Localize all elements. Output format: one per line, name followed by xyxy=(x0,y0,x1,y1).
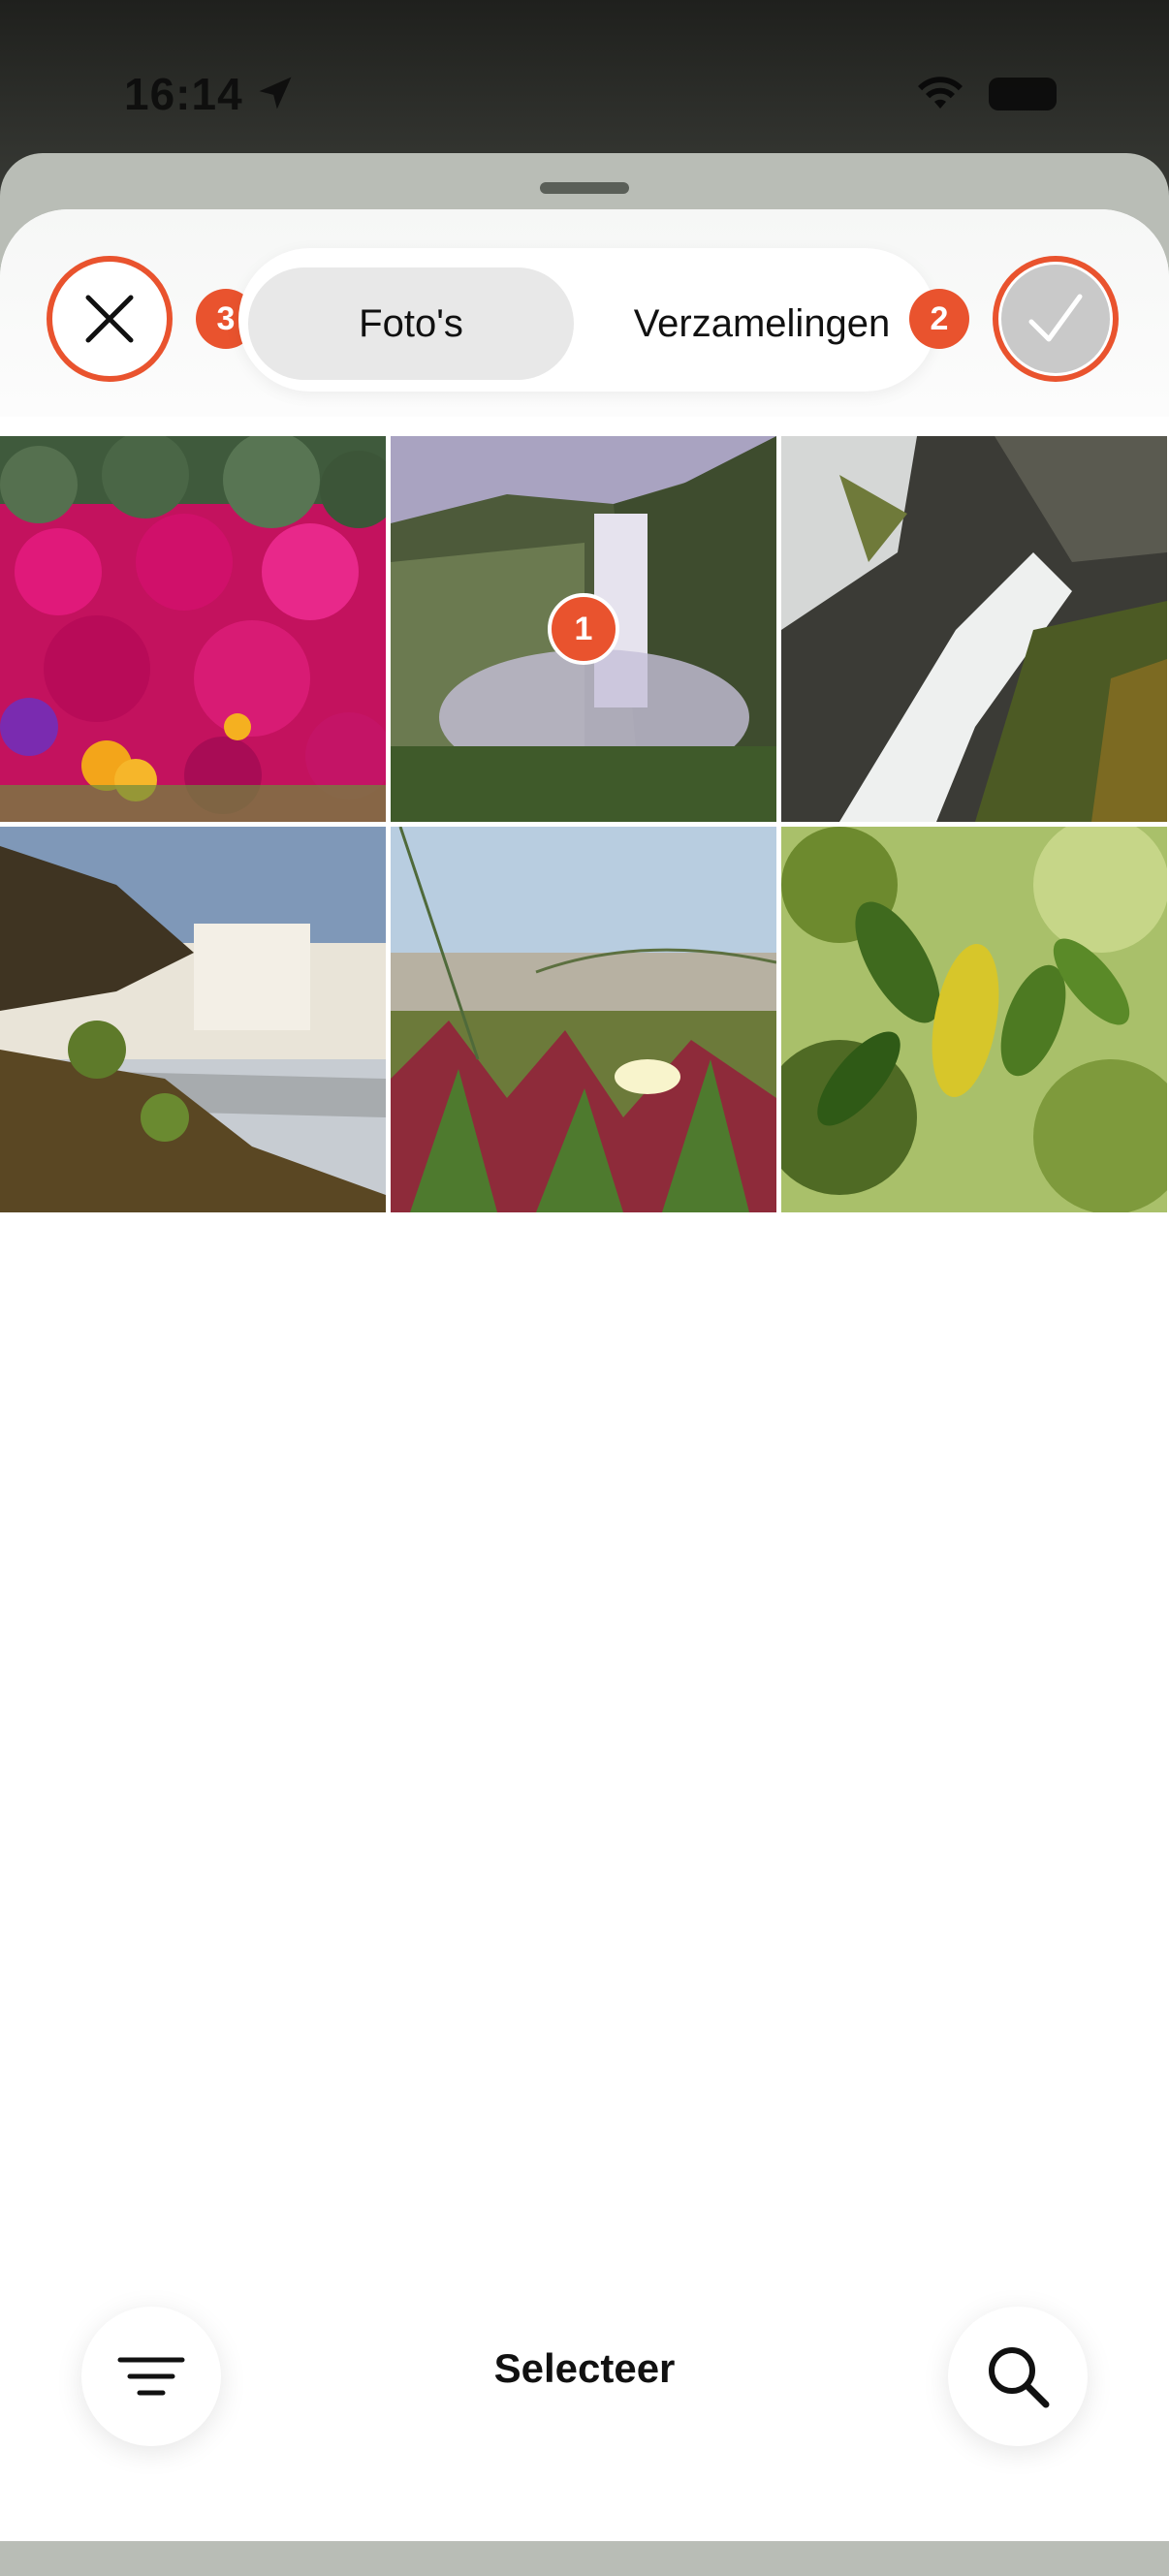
photo-thumbnail-3[interactable] xyxy=(781,436,1167,822)
photo-thumbnail-4[interactable] xyxy=(0,827,386,1212)
filter-button[interactable] xyxy=(81,2307,221,2446)
close-button[interactable] xyxy=(47,256,173,382)
photo-thumbnail-2[interactable]: 1 xyxy=(391,436,776,822)
photo-thumbnail-5[interactable] xyxy=(391,827,776,1212)
segmented-control: Foto's Verzamelingen xyxy=(238,248,936,392)
sheet-grabber[interactable] xyxy=(540,182,629,194)
tab-photos[interactable]: Foto's xyxy=(248,267,574,380)
waterfall-coast-image xyxy=(0,827,386,1212)
select-label[interactable]: Selecteer xyxy=(388,2345,781,2392)
bottom-toolbar: Selecteer xyxy=(0,2307,1169,2481)
photo-order-badge: 1 xyxy=(548,593,619,665)
header: 3 Foto's Verzamelingen 2 xyxy=(0,209,1169,417)
status-time: 16:14 xyxy=(124,69,243,119)
confirm-count-badge: 2 xyxy=(909,289,969,349)
location-arrow-icon xyxy=(259,77,292,110)
checkmark-icon xyxy=(1028,294,1083,342)
confirm-button[interactable] xyxy=(993,256,1119,382)
status-bar: 16:14 xyxy=(0,0,1169,145)
tab-collections[interactable]: Verzamelingen xyxy=(597,267,927,380)
wifi-icon xyxy=(918,77,963,109)
battery-icon xyxy=(989,78,1057,110)
ice-plant-flower-image xyxy=(391,827,776,1212)
search-icon xyxy=(989,2347,1050,2408)
photo-thumbnail-1[interactable] xyxy=(0,436,386,822)
pink-flowers-image xyxy=(0,436,386,822)
search-button[interactable] xyxy=(948,2307,1088,2446)
green-leaves-image xyxy=(781,827,1167,1212)
confirm-button-fill xyxy=(1001,265,1110,373)
photo-picker-sheet: 3 Foto's Verzamelingen 2 1 xyxy=(0,209,1169,2541)
close-icon xyxy=(85,295,134,343)
photo-thumbnail-6[interactable] xyxy=(781,827,1167,1212)
filter-lines-icon xyxy=(117,2357,185,2396)
waterfall-rocks-image xyxy=(781,436,1167,822)
